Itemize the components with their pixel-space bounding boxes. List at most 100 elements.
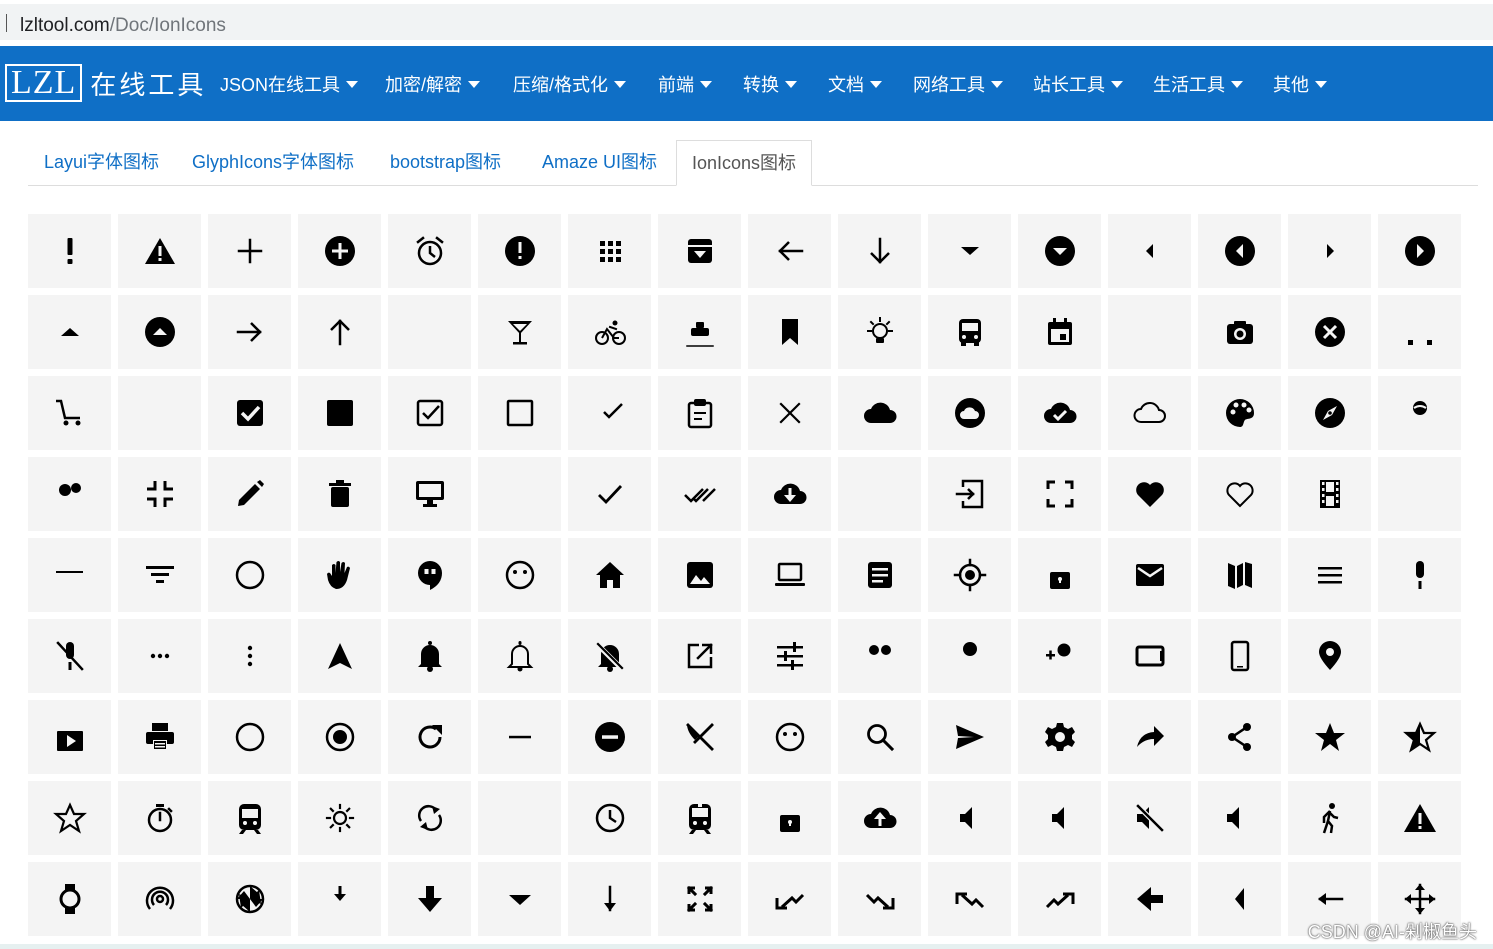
- icon-tile[interactable]: [568, 619, 651, 693]
- icon-tile[interactable]: [388, 862, 471, 936]
- icon-tile[interactable]: [568, 376, 651, 450]
- icon-tile[interactable]: [478, 619, 561, 693]
- icon-tile[interactable]: [28, 376, 111, 450]
- icon-tile[interactable]: [118, 214, 201, 288]
- icon-tile[interactable]: [28, 295, 111, 369]
- icon-tile[interactable]: [838, 376, 921, 450]
- icon-tile[interactable]: [28, 700, 111, 774]
- tab-0[interactable]: Layui字体图标: [44, 140, 159, 184]
- tab-1[interactable]: GlyphIcons字体图标: [192, 140, 354, 184]
- icon-tile[interactable]: [1288, 619, 1371, 693]
- icon-tile[interactable]: [1378, 295, 1461, 369]
- icon-tile[interactable]: [1108, 214, 1191, 288]
- site-logo[interactable]: LZL 在线工具: [5, 64, 206, 102]
- tab-4[interactable]: IonIcons图标: [676, 140, 813, 186]
- icon-tile[interactable]: [298, 457, 381, 531]
- icon-tile[interactable]: [928, 538, 1011, 612]
- icon-tile[interactable]: [208, 862, 291, 936]
- icon-tile[interactable]: [208, 376, 291, 450]
- icon-tile[interactable]: [478, 862, 561, 936]
- icon-tile[interactable]: [298, 214, 381, 288]
- icon-tile[interactable]: [1288, 781, 1371, 855]
- icon-tile[interactable]: [1288, 376, 1371, 450]
- icon-tile[interactable]: [1018, 619, 1101, 693]
- menu-item-6[interactable]: 网络工具: [913, 46, 1003, 121]
- menu-item-5[interactable]: 文档: [828, 46, 882, 121]
- icon-tile[interactable]: [478, 781, 561, 855]
- icon-tile[interactable]: [748, 457, 831, 531]
- icon-tile[interactable]: [208, 619, 291, 693]
- icon-tile[interactable]: [208, 457, 291, 531]
- icon-tile[interactable]: [658, 376, 741, 450]
- icon-tile[interactable]: [1018, 376, 1101, 450]
- icon-tile[interactable]: [298, 619, 381, 693]
- icon-tile[interactable]: [1108, 781, 1191, 855]
- icon-tile[interactable]: [298, 538, 381, 612]
- icon-tile[interactable]: [478, 538, 561, 612]
- icon-tile[interactable]: [748, 376, 831, 450]
- icon-tile[interactable]: [568, 214, 651, 288]
- icon-tile[interactable]: [1198, 619, 1281, 693]
- icon-tile[interactable]: [118, 295, 201, 369]
- icon-tile[interactable]: [478, 376, 561, 450]
- icon-tile[interactable]: [1378, 214, 1461, 288]
- icon-tile[interactable]: [838, 457, 921, 531]
- icon-tile[interactable]: [28, 619, 111, 693]
- icon-tile[interactable]: [748, 862, 831, 936]
- icon-tile[interactable]: [118, 781, 201, 855]
- icon-tile[interactable]: [118, 457, 201, 531]
- tab-3[interactable]: Amaze UI图标: [542, 140, 657, 184]
- icon-tile[interactable]: [1018, 781, 1101, 855]
- icon-tile[interactable]: [1288, 457, 1371, 531]
- icon-tile[interactable]: [1288, 538, 1371, 612]
- icon-tile[interactable]: [838, 862, 921, 936]
- icon-tile[interactable]: [298, 700, 381, 774]
- icon-tile[interactable]: [1018, 700, 1101, 774]
- menu-item-7[interactable]: 站长工具: [1033, 46, 1123, 121]
- icon-tile[interactable]: [388, 781, 471, 855]
- icon-tile[interactable]: [658, 862, 741, 936]
- icon-tile[interactable]: [838, 619, 921, 693]
- icon-tile[interactable]: [748, 214, 831, 288]
- url-text[interactable]: lzltool.com/Doc/IonIcons: [20, 15, 226, 37]
- icon-tile[interactable]: [838, 538, 921, 612]
- icon-tile[interactable]: [838, 700, 921, 774]
- icon-tile[interactable]: [28, 214, 111, 288]
- icon-tile[interactable]: [568, 295, 651, 369]
- icon-tile[interactable]: [388, 538, 471, 612]
- icon-tile[interactable]: [568, 457, 651, 531]
- icon-tile[interactable]: [388, 376, 471, 450]
- icon-tile[interactable]: [928, 862, 1011, 936]
- menu-item-3[interactable]: 前端: [658, 46, 712, 121]
- icon-tile[interactable]: [658, 457, 741, 531]
- icon-tile[interactable]: [748, 619, 831, 693]
- icon-tile[interactable]: [478, 457, 561, 531]
- menu-item-9[interactable]: 其他: [1273, 46, 1327, 121]
- icon-tile[interactable]: [1378, 700, 1461, 774]
- icon-tile[interactable]: [1198, 457, 1281, 531]
- icon-tile[interactable]: [658, 538, 741, 612]
- icon-tile[interactable]: [748, 781, 831, 855]
- icon-tile[interactable]: [748, 538, 831, 612]
- icon-tile[interactable]: [1198, 214, 1281, 288]
- icon-tile[interactable]: [28, 862, 111, 936]
- icon-tile[interactable]: [1378, 376, 1461, 450]
- icon-tile[interactable]: [1378, 457, 1461, 531]
- icon-tile[interactable]: [298, 862, 381, 936]
- icon-tile[interactable]: [748, 700, 831, 774]
- icon-tile[interactable]: [388, 214, 471, 288]
- icon-tile[interactable]: [298, 781, 381, 855]
- icon-tile[interactable]: [1198, 700, 1281, 774]
- icon-tile[interactable]: [208, 295, 291, 369]
- icon-tile[interactable]: [568, 781, 651, 855]
- menu-item-8[interactable]: 生活工具: [1153, 46, 1243, 121]
- icon-tile[interactable]: [928, 214, 1011, 288]
- icon-tile[interactable]: [28, 781, 111, 855]
- icon-tile[interactable]: [388, 700, 471, 774]
- icon-tile[interactable]: [1288, 700, 1371, 774]
- icon-tile[interactable]: [208, 781, 291, 855]
- icon-tile[interactable]: [208, 214, 291, 288]
- icon-tile[interactable]: [568, 862, 651, 936]
- icon-tile[interactable]: [1018, 457, 1101, 531]
- icon-tile[interactable]: [928, 781, 1011, 855]
